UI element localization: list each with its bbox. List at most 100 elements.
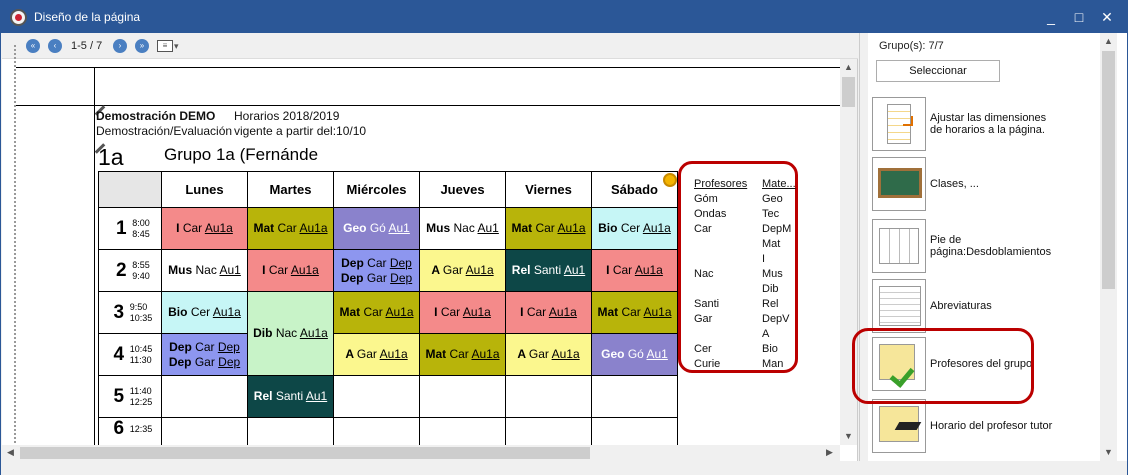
lesson-cell[interactable]: I Car Au1a <box>161 207 248 250</box>
period-row-3: 3 9:50 10:35 Bio Cer Au1a Dib Nac Au1a Mat… <box>98 291 678 376</box>
empty-cell[interactable] <box>247 417 334 445</box>
lesson-cell[interactable]: Mat Car Au1a <box>333 291 420 334</box>
last-page-icon[interactable]: » <box>135 39 149 53</box>
legend-teacher: Gar <box>694 313 713 325</box>
empty-cell[interactable] <box>591 375 678 418</box>
select-button[interactable]: Seleccionar <box>876 60 1000 82</box>
period-label: 6 12:35 <box>98 417 162 445</box>
tutor-schedule-option[interactable]: Horario del profesor tutor <box>872 399 1106 455</box>
lesson-cell[interactable]: Mat Car Au1a <box>247 207 334 250</box>
option-label: Pie de página:Desdoblamientos <box>930 234 1052 258</box>
close-button[interactable]: ✕ <box>1097 7 1117 27</box>
empty-cell[interactable] <box>505 417 592 445</box>
legend-teacher: Curie <box>694 358 721 370</box>
lesson-cell[interactable]: I Car Au1a <box>505 291 592 334</box>
empty-cell[interactable] <box>161 375 248 418</box>
next-page-icon[interactable]: › <box>113 39 127 53</box>
lesson-cell[interactable]: I Car Au1a <box>247 249 334 292</box>
lesson-cell[interactable]: I Car Au1a <box>591 249 678 292</box>
grid-footer-icon <box>872 219 926 273</box>
prev-page-icon[interactable]: ‹ <box>48 39 62 53</box>
school-subtitle: Demostración/Evaluación <box>96 124 233 138</box>
classes-option[interactable]: Clases, ... <box>872 157 1106 213</box>
legend-subject: A <box>762 328 770 340</box>
period-row-4: 4 10:45 11:30 Dep Car Dep Dep Gar Dep A Gar… <box>98 333 678 376</box>
page-options-icon[interactable]: ≡ <box>157 40 173 52</box>
lesson-cell[interactable]: Rel Santi Au1 <box>505 249 592 292</box>
page-indicator: 1-5 / 7 <box>71 40 103 52</box>
period-label: 1 8:00 8:45 <box>98 207 162 250</box>
lesson-cell[interactable]: Mat Car Au1a <box>591 291 678 334</box>
legend-teacher: Car <box>694 223 712 235</box>
period-row-2: 2 8:55 9:40 Mus Nac Au1 I Car Au1a Dep Car… <box>98 249 678 292</box>
empty-cell[interactable] <box>161 417 248 445</box>
title-bar: Diseño de la página _ □ ✕ <box>1 1 1127 33</box>
legend-teacher: Santi <box>694 298 720 310</box>
legend-subject: Man <box>762 358 784 370</box>
empty-cell[interactable] <box>333 417 420 445</box>
lesson-cell[interactable]: Bio Cer Au1a <box>591 207 678 250</box>
lesson-cell[interactable]: Bio Cer Au1a <box>161 291 248 334</box>
footer-option[interactable]: Pie de página:Desdoblamientos <box>872 219 1106 275</box>
scroll-thumb[interactable] <box>842 77 855 107</box>
school-name: Demostración DEMO <box>96 109 216 123</box>
lesson-cell[interactable]: A Gar Au1a <box>505 333 592 376</box>
first-page-icon[interactable]: « <box>26 39 40 53</box>
empty-cell[interactable] <box>333 375 420 418</box>
preview-horizontal-scrollbar[interactable]: ◀ ▶ <box>2 445 840 461</box>
window: Diseño de la página _ □ ✕ « ‹ 1-5 / 7 › … <box>0 0 1128 475</box>
header-rule <box>16 105 840 106</box>
fit-page-icon <box>872 97 926 151</box>
tutor-cap-icon <box>872 399 926 453</box>
empty-cell[interactable] <box>419 375 506 418</box>
margin-rule <box>94 67 95 445</box>
period-row-1: 1 8:00 8:45 I Car Au1a Mat Car Au1a Geo Gó… <box>98 207 678 250</box>
lesson-cell[interactable]: A Gar Au1a <box>419 249 506 292</box>
chalkboard-icon <box>872 157 926 211</box>
gear-icon[interactable] <box>663 173 677 187</box>
legend-subject: Rel <box>762 298 779 310</box>
empty-cell[interactable] <box>591 417 678 445</box>
maximize-button[interactable]: □ <box>1069 7 1089 27</box>
scroll-thumb[interactable] <box>1102 51 1115 289</box>
legend-col-teachers: Profesores <box>694 178 748 190</box>
legend-subject: DepV <box>762 313 790 325</box>
option-label: Abreviaturas <box>930 300 992 312</box>
options-vertical-scrollbar[interactable]: ▲ ▼ <box>1100 33 1117 461</box>
school-year: Horarios 2018/2019 <box>234 109 340 123</box>
lesson-cell[interactable]: Mat Car Au1a <box>419 333 506 376</box>
lesson-cell[interactable]: Geo Gó Au1 <box>333 207 420 250</box>
lesson-cell[interactable]: A Gar Au1a <box>333 333 420 376</box>
option-label: Ajustar las dimensiones de horarios a la… <box>930 112 1047 136</box>
day-header: Jueves <box>419 171 506 208</box>
fit-page-option[interactable]: Ajustar las dimensiones de horarios a la… <box>872 97 1106 153</box>
lesson-cell[interactable]: Dep Car Dep Dep Gar Dep <box>333 249 420 292</box>
lesson-cell[interactable]: Rel Santi Au1 <box>247 375 334 418</box>
lesson-cell-double[interactable]: Dib Nac Au1a <box>247 291 334 376</box>
legend-subject: Geo <box>762 193 783 205</box>
highlight-annotation <box>852 328 1034 404</box>
group-code: 1a <box>98 144 124 170</box>
lesson-cell[interactable]: Dep Car Dep Dep Gar Dep <box>161 333 248 376</box>
lesson-cell[interactable]: Geo Gó Au1 <box>591 333 678 376</box>
chevron-down-icon[interactable]: ▾ <box>174 41 179 52</box>
abbreviations-option[interactable]: Abreviaturas <box>872 279 1106 335</box>
legend-subject: Dib <box>762 283 779 295</box>
scroll-thumb[interactable] <box>20 447 590 459</box>
status-bar <box>1 461 1127 475</box>
period-row-5: 5 11:40 12:25 Rel Santi Au1 <box>98 375 678 418</box>
period-label: 5 11:40 12:25 <box>98 375 162 418</box>
timetable: Lunes Martes Miércoles Jueves Viernes Sá… <box>98 171 678 445</box>
legend-subject: Mus <box>762 268 783 280</box>
empty-cell[interactable] <box>505 375 592 418</box>
empty-cell[interactable] <box>419 417 506 445</box>
timetable-header-row: Lunes Martes Miércoles Jueves Viernes Sá… <box>98 171 678 208</box>
minimize-button[interactable]: _ <box>1041 7 1061 27</box>
period-row-6: 6 12:35 <box>98 417 678 445</box>
valid-from: vigente a partir del:10/10 <box>234 124 367 138</box>
lesson-cell[interactable]: Mus Nac Au1 <box>161 249 248 292</box>
group-name: Grupo 1a (Fernánde <box>164 145 319 164</box>
lesson-cell[interactable]: Mat Car Au1a <box>505 207 592 250</box>
lesson-cell[interactable]: Mus Nac Au1 <box>419 207 506 250</box>
lesson-cell[interactable]: I Car Au1a <box>419 291 506 334</box>
